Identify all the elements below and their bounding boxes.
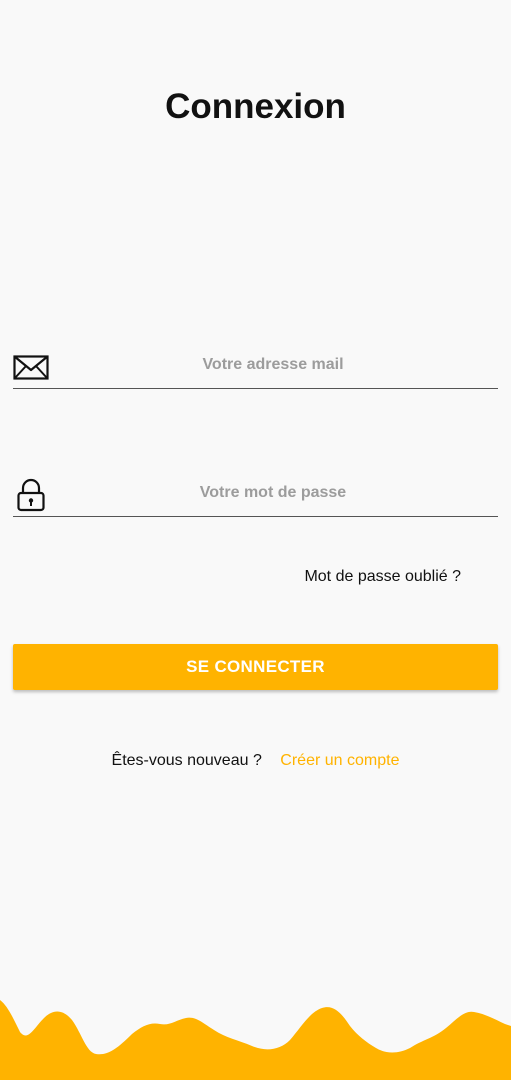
signup-question: Êtes-vous nouveau ?: [111, 752, 262, 769]
password-input[interactable]: [53, 480, 493, 506]
create-account-link[interactable]: Créer un compte: [280, 752, 399, 769]
login-button[interactable]: SE CONNECTER: [13, 644, 498, 690]
email-input[interactable]: [53, 352, 493, 378]
envelope-icon: [13, 355, 49, 380]
password-field: [13, 472, 498, 517]
lock-icon: [17, 478, 45, 512]
signup-prompt: Êtes-vous nouveau ? Créer un compte: [0, 752, 511, 770]
email-field: [13, 344, 498, 389]
page-title: Connexion: [165, 87, 346, 126]
decorative-wave: [0, 1000, 511, 1080]
forgot-password-link[interactable]: Mot de passe oublié ?: [304, 568, 461, 586]
